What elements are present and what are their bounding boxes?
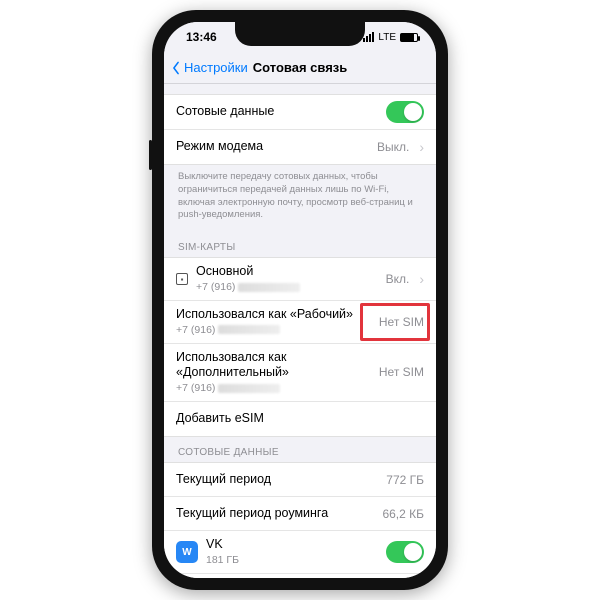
period-value: 772 ГБ <box>386 473 424 487</box>
sim-icon: ▪ <box>176 273 188 285</box>
signal-icon <box>363 32 374 42</box>
back-button[interactable]: Настройки <box>170 60 248 75</box>
sim-phone: +7 (916) <box>176 382 215 394</box>
add-esim-label: Добавить eSIM <box>176 411 424 427</box>
sim-phone: +7 (916) <box>196 281 235 293</box>
personal-hotspot-row[interactable]: Режим модема Выкл. › <box>164 130 436 164</box>
chevron-right-icon: › <box>419 271 424 287</box>
chevron-right-icon: › <box>419 139 424 155</box>
back-label: Настройки <box>184 60 248 75</box>
network-label: LTE <box>378 32 396 43</box>
app-vk-row[interactable]: W VK 181 ГБ <box>164 531 436 574</box>
add-esim-row[interactable]: Добавить eSIM <box>164 402 436 436</box>
notch <box>235 22 365 46</box>
sim-row-primary[interactable]: ▪ Основной +7 (916) Вкл. › <box>164 258 436 301</box>
roaming-value: 66,2 КБ <box>382 507 424 521</box>
app-name: VK <box>206 537 378 553</box>
roaming-period-row[interactable]: Текущий период роуминга 66,2 КБ <box>164 497 436 531</box>
page-title: Сотовая связь <box>253 60 347 75</box>
sim-row-extra[interactable]: Использовался как «Дополнительный» +7 (9… <box>164 344 436 402</box>
battery-icon <box>400 33 418 42</box>
cellular-data-toggle[interactable] <box>386 101 424 123</box>
chevron-left-icon <box>170 61 182 75</box>
status-time: 13:46 <box>186 30 217 44</box>
cellular-note: Выключите передачу сотовых данных, чтобы… <box>164 165 436 232</box>
sim-value: Вкл. <box>386 272 410 286</box>
sim-section-header: SIM-КАРТЫ <box>164 232 436 257</box>
sim-row-work[interactable]: Использовался как «Рабочий» +7 (916) Нет… <box>164 301 436 344</box>
vk-app-icon: W <box>176 541 198 563</box>
current-period-row[interactable]: Текущий период 772 ГБ <box>164 463 436 497</box>
app-sub: 181 ГБ <box>206 554 378 567</box>
period-label: Текущий период <box>176 472 378 488</box>
nav-bar: Настройки Сотовая связь <box>164 52 436 84</box>
app-toggle[interactable] <box>386 541 424 563</box>
redacted <box>218 325 280 334</box>
redacted <box>218 384 280 393</box>
redacted <box>238 283 300 292</box>
cellular-data-row[interactable]: Сотовые данные <box>164 95 436 130</box>
roaming-label: Текущий период роуминга <box>176 506 374 522</box>
data-section-header: СОТОВЫЕ ДАННЫЕ <box>164 437 436 462</box>
sim-phone: +7 (916) <box>176 324 215 336</box>
hotspot-value: Выкл. <box>377 140 409 154</box>
content: Сотовые данные Режим модема Выкл. › Выкл… <box>164 84 436 578</box>
cellular-data-label: Сотовые данные <box>176 104 378 120</box>
sim-title: Основной <box>196 264 378 280</box>
sim-value: Нет SIM <box>379 365 424 379</box>
sim-value: Нет SIM <box>379 315 424 329</box>
hotspot-label: Режим модема <box>176 139 369 155</box>
sim-title: Использовался как «Рабочий» <box>176 307 371 323</box>
sim-title: Использовался как «Дополнительный» <box>176 350 371 381</box>
app-hotspot-row[interactable]: Режим модема 159 ГБ <box>164 574 436 578</box>
